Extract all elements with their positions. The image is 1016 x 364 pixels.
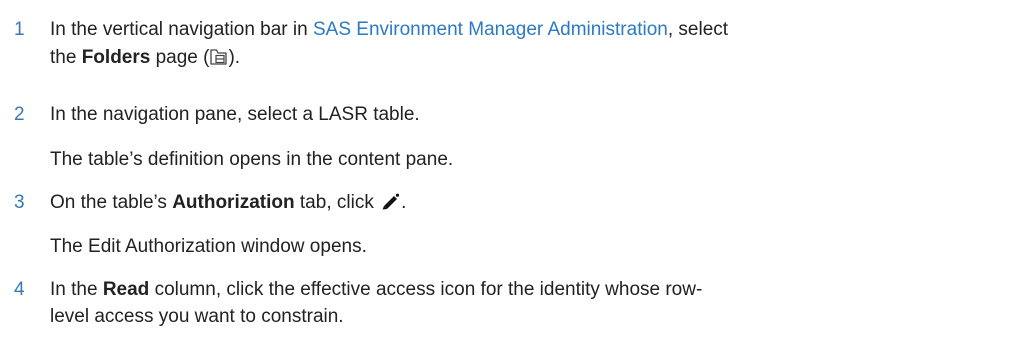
step-4-line-1: In the Read column, click the effective …	[50, 276, 702, 304]
step-4-line-2: level access you want to constrain.	[50, 306, 344, 327]
step-3-text-start: On the table’s	[50, 192, 173, 213]
step-4-text-start: In the	[50, 279, 103, 300]
step-number-3: 3	[14, 192, 25, 213]
authorization-label: Authorization	[172, 192, 295, 213]
step-3-note: The Edit Authorization window opens.	[50, 236, 367, 257]
sas-environment-manager-administration-link[interactable]: SAS Environment Manager Administration	[313, 19, 668, 40]
step-1-close-paren: ).	[228, 47, 241, 68]
folders-label: Folders	[81, 47, 151, 68]
step-1-page-text: page (	[150, 47, 210, 68]
step-1-line-2: the Folders page ( ).	[50, 44, 240, 72]
step-number-1: 1	[14, 19, 25, 40]
step-3-period: .	[401, 192, 407, 213]
step-3-text-mid: tab, click	[294, 192, 380, 213]
step-number-2: 2	[14, 104, 25, 125]
pencil-icon	[382, 193, 400, 210]
step-1-text-start: In the vertical navigation bar in	[50, 19, 313, 40]
read-label: Read	[102, 279, 150, 300]
folders-icon	[210, 49, 228, 65]
step-1-line-1: In the vertical navigation bar in SAS En…	[50, 16, 728, 44]
step-2-note: The table’s definition opens in the cont…	[50, 149, 454, 170]
step-number-4: 4	[14, 279, 25, 300]
procedure-steps: 1 In the vertical navigation bar in SAS …	[0, 0, 1016, 364]
step-1-text-end: , select	[667, 19, 729, 40]
step-1-line-2-start: the	[50, 47, 82, 68]
step-3-text: On the table’s Authorization tab, click …	[50, 189, 406, 217]
step-4-text-end: column, click the effective access icon …	[149, 279, 703, 300]
step-2-text: In the navigation pane, select a LASR ta…	[50, 104, 420, 125]
